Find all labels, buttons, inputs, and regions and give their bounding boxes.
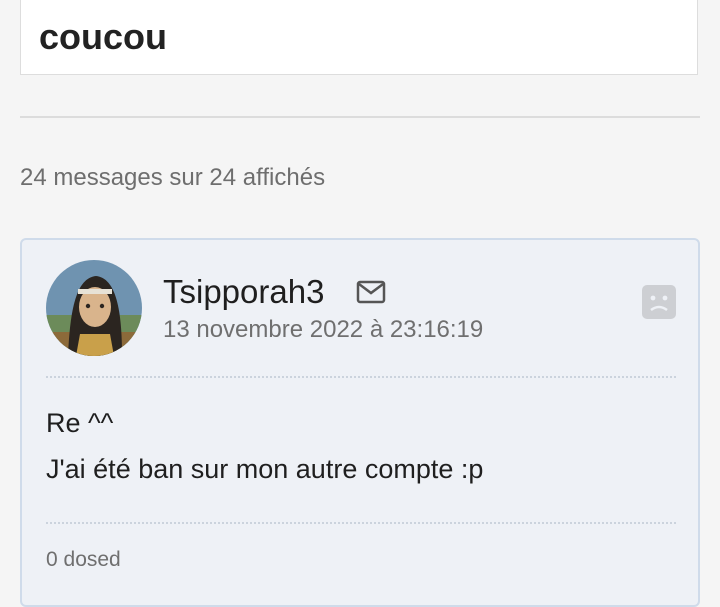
username[interactable]: Tsipporah3 [163,273,324,311]
header-separator [46,376,676,378]
message-count: 24 messages sur 24 affichés [20,164,326,191]
avatar[interactable] [46,260,142,356]
sad-face-icon[interactable] [641,284,677,320]
previous-post-text: coucou [39,16,168,57]
section-divider [20,116,700,118]
post-date: 13 novembre 2022 à 23:16:19 [163,316,484,343]
post-body-line: Re ^^ [46,408,114,438]
mail-icon[interactable] [356,280,386,304]
post-card: Tsipporah3 13 novembre 2022 à 23:16:19 R… [20,238,700,607]
post-body-line: J'ai été ban sur mon autre compte :p [46,454,484,484]
previous-post-card: coucou [20,0,698,75]
post-footer: 0 dosed [46,548,121,571]
avatar-image [46,260,142,356]
footer-separator [46,522,676,524]
